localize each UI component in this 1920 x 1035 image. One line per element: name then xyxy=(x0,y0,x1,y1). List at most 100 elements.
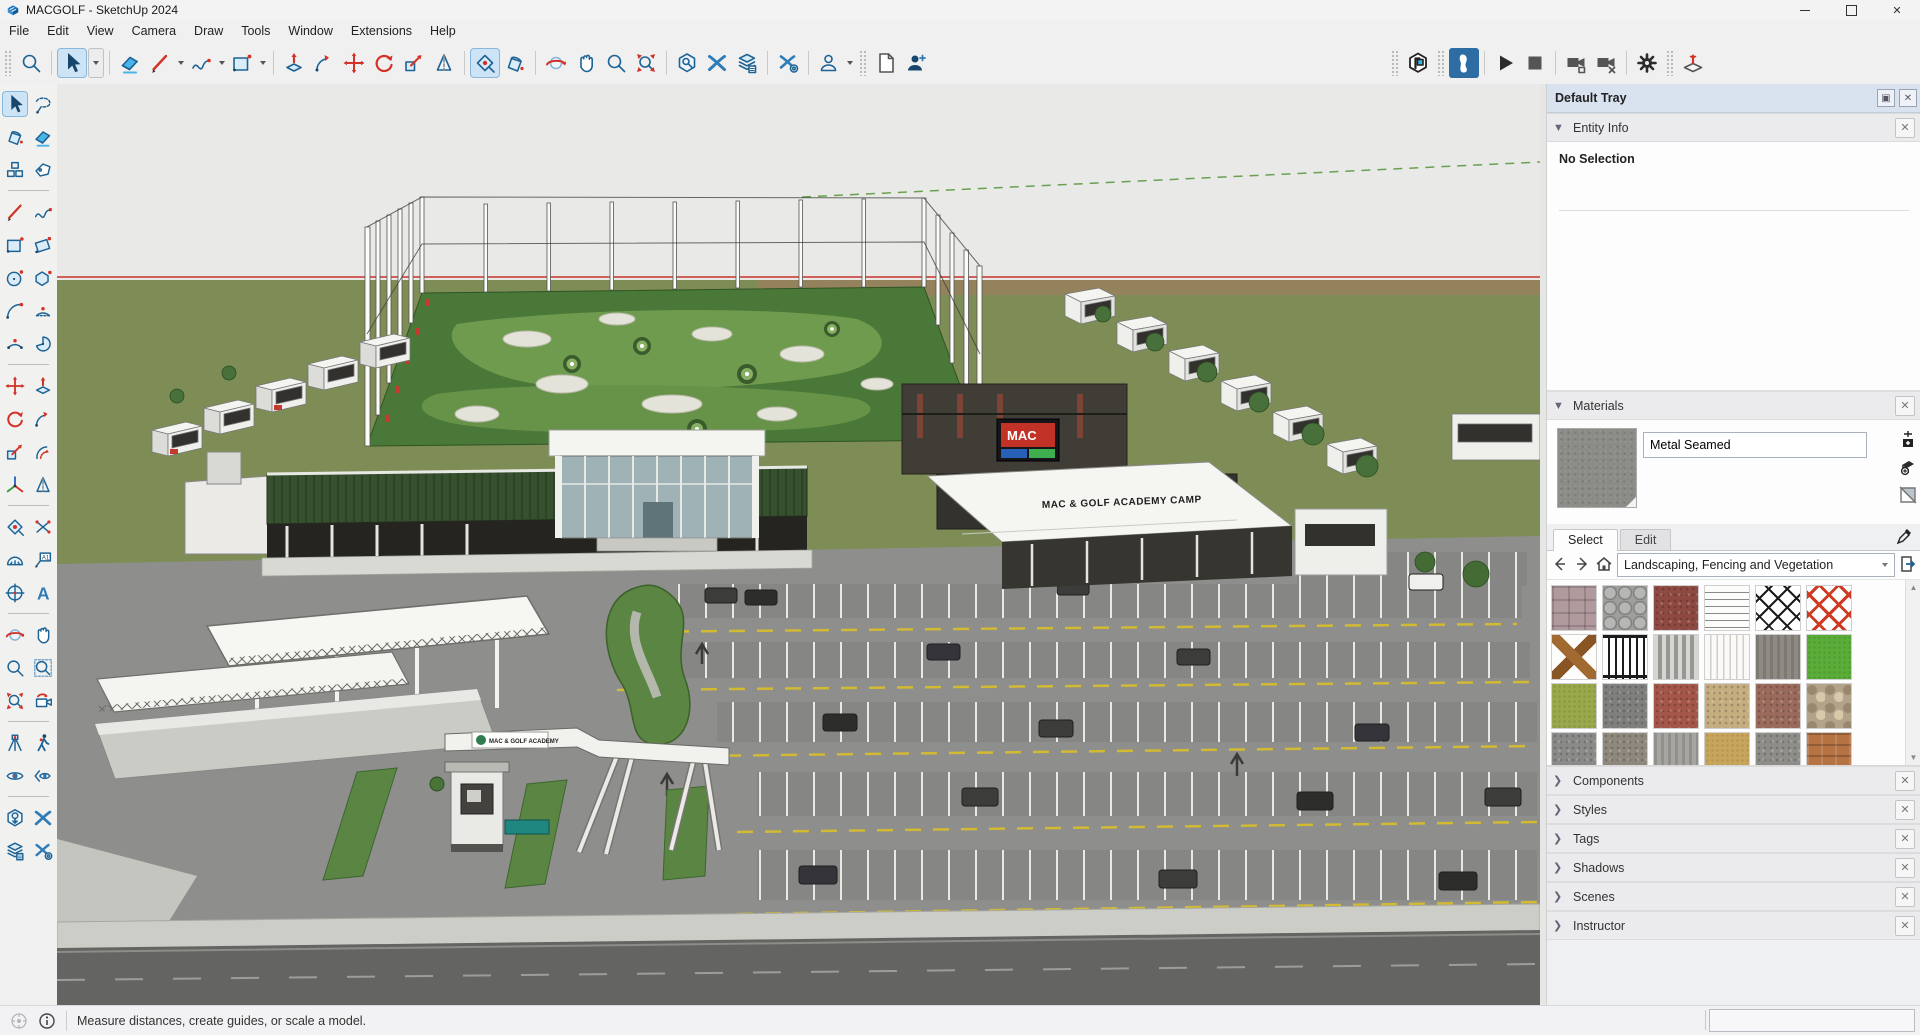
dimx-icon[interactable] xyxy=(30,514,56,540)
material-swatch-grass-bright[interactable] xyxy=(1806,634,1852,680)
material-swatch-gravel-tan[interactable] xyxy=(1704,683,1750,729)
move-icon[interactable] xyxy=(339,48,369,78)
menu-window[interactable]: Window xyxy=(279,20,341,42)
tray-section-styles[interactable]: ❯ Styles ✕ xyxy=(1547,795,1920,824)
menu-help[interactable]: Help xyxy=(421,20,465,42)
menu-file[interactable]: File xyxy=(0,20,38,42)
eraser-icon[interactable] xyxy=(115,48,145,78)
toolbar-grip[interactable] xyxy=(859,50,867,76)
search-icon[interactable] xyxy=(16,48,46,78)
personadd-icon[interactable] xyxy=(901,48,931,78)
orbit-icon[interactable] xyxy=(541,48,571,78)
tape-icon[interactable] xyxy=(470,48,500,78)
toolbar-grip[interactable] xyxy=(1437,50,1445,76)
entity-info-header[interactable]: ▼ Entity Info ✕ xyxy=(1547,113,1920,142)
minimize-button[interactable] xyxy=(1782,0,1828,20)
play-icon[interactable] xyxy=(1490,48,1520,78)
rotrect-icon[interactable] xyxy=(30,232,56,258)
components-icon[interactable] xyxy=(2,157,28,183)
material-swatch-gravel-rust[interactable] xyxy=(1755,683,1801,729)
tray-section-instructor[interactable]: ❯ Instructor ✕ xyxy=(1547,911,1920,940)
close-icon[interactable]: ✕ xyxy=(1895,857,1915,878)
zoom-icon[interactable] xyxy=(2,655,28,681)
arc2-icon[interactable] xyxy=(30,298,56,324)
eraser-icon[interactable] xyxy=(30,124,56,150)
pie-icon[interactable] xyxy=(30,331,56,357)
materials-header[interactable]: ▼ Materials ✕ xyxy=(1547,391,1920,420)
pencil-icon[interactable] xyxy=(145,48,175,78)
tool-flyout-caret[interactable] xyxy=(175,49,186,77)
material-swatch-chainlink-black[interactable] xyxy=(1755,585,1801,631)
material-swatch-fence-picket-white[interactable] xyxy=(1704,634,1750,680)
details-arrow-icon[interactable] xyxy=(1899,555,1917,576)
back-arrow-icon[interactable] xyxy=(1551,555,1569,576)
axes2-icon[interactable] xyxy=(2,580,28,606)
close-icon[interactable]: ✕ xyxy=(1895,915,1915,936)
measurements-input[interactable] xyxy=(1709,1009,1915,1032)
material-name-input[interactable] xyxy=(1643,432,1867,458)
xtool-icon[interactable] xyxy=(702,48,732,78)
menu-tools[interactable]: Tools xyxy=(232,20,279,42)
tag-icon[interactable] xyxy=(30,157,56,183)
material-swatch-gravel-gray[interactable] xyxy=(1602,683,1648,729)
zoomwin-icon[interactable] xyxy=(30,655,56,681)
text3d-icon[interactable]: A xyxy=(30,580,56,606)
look2-icon[interactable] xyxy=(30,763,56,789)
circletool-icon[interactable] xyxy=(2,265,28,291)
material-swatch-barbed-wire[interactable] xyxy=(1704,585,1750,631)
followme-icon[interactable] xyxy=(30,406,56,432)
tape-icon[interactable] xyxy=(2,514,28,540)
tab-select[interactable]: Select xyxy=(1553,529,1618,551)
stop-icon[interactable] xyxy=(1520,48,1550,78)
tray-section-scenes[interactable]: ❯ Scenes ✕ xyxy=(1547,882,1920,911)
xgear-icon[interactable] xyxy=(30,838,56,864)
material-preview[interactable] xyxy=(1557,428,1637,508)
freehand-icon[interactable] xyxy=(186,48,216,78)
layersdoc-icon[interactable] xyxy=(2,838,28,864)
camadd-icon[interactable] xyxy=(1561,48,1591,78)
material-swatch-chainlink-red[interactable] xyxy=(1806,585,1852,631)
select-icon[interactable] xyxy=(57,48,87,78)
tab-edit[interactable]: Edit xyxy=(1619,529,1672,550)
material-swatch-bark-gray[interactable] xyxy=(1653,732,1699,765)
material-swatch-gravel-red[interactable] xyxy=(1653,683,1699,729)
menu-edit[interactable]: Edit xyxy=(38,20,78,42)
prevcam-icon[interactable] xyxy=(30,688,56,714)
offset-icon[interactable] xyxy=(30,439,56,465)
material-swatch-fence-wood-gray[interactable] xyxy=(1653,634,1699,680)
material-swatch-crossbuck-wood[interactable] xyxy=(1551,634,1597,680)
menu-draw[interactable]: Draw xyxy=(185,20,232,42)
scroll-up-icon[interactable]: ▲ xyxy=(1910,580,1918,595)
material-swatch-cobblestone-gray[interactable] xyxy=(1602,585,1648,631)
toolbar-grip[interactable] xyxy=(1666,50,1674,76)
close-tray-icon[interactable]: ✕ xyxy=(1899,89,1917,107)
material-swatch-pavers-pink[interactable] xyxy=(1551,585,1597,631)
scroll-down-icon[interactable]: ▼ xyxy=(1910,750,1918,765)
home-icon[interactable] xyxy=(1595,555,1613,576)
look-icon[interactable] xyxy=(2,763,28,789)
recttool-icon[interactable] xyxy=(2,232,28,258)
close-icon[interactable]: ✕ xyxy=(1895,828,1915,849)
material-swatch-gravel-mixed[interactable] xyxy=(1602,732,1648,765)
rotate-icon[interactable] xyxy=(2,406,28,432)
hexdl-icon[interactable] xyxy=(2,805,28,831)
zoomext-icon[interactable] xyxy=(631,48,661,78)
paint-icon[interactable] xyxy=(2,124,28,150)
toolbar-grip[interactable] xyxy=(4,50,12,76)
xgear-icon[interactable] xyxy=(773,48,803,78)
menu-view[interactable]: View xyxy=(78,20,123,42)
zoomext-icon[interactable] xyxy=(2,688,28,714)
default-material-icon[interactable] xyxy=(1899,486,1917,504)
info-icon[interactable] xyxy=(38,1012,56,1030)
maximize-button[interactable] xyxy=(1828,0,1874,20)
tool-flyout-caret[interactable] xyxy=(257,49,268,77)
followme-icon[interactable] xyxy=(309,48,339,78)
close-icon[interactable]: ✕ xyxy=(1895,395,1915,416)
foot-icon[interactable] xyxy=(1449,48,1479,78)
material-swatch-grass-olive[interactable] xyxy=(1551,683,1597,729)
close-icon[interactable]: ✕ xyxy=(1895,886,1915,907)
arc3-icon[interactable] xyxy=(2,331,28,357)
orbit-icon[interactable] xyxy=(2,622,28,648)
select-icon[interactable] xyxy=(1,90,28,117)
close-icon[interactable]: ✕ xyxy=(1895,117,1915,138)
